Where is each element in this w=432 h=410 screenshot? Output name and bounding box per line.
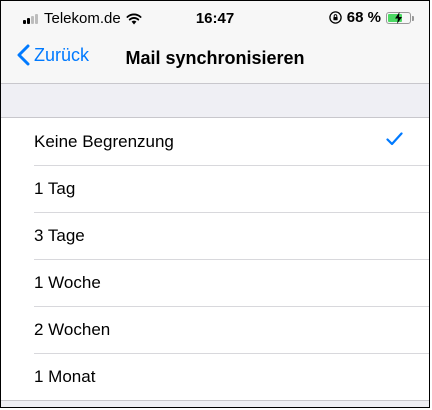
option-2-wochen[interactable]: 2 Wochen (1, 306, 429, 353)
battery-percent: 68 % (346, 9, 381, 26)
status-right: 68 % (329, 9, 414, 26)
option-1-woche[interactable]: 1 Woche (1, 259, 429, 306)
option-keine-begrenzung[interactable]: Keine Begrenzung (1, 118, 429, 165)
navigation-bar: Zurück Mail synchronisieren (1, 37, 429, 83)
option-label: 2 Wochen (34, 319, 111, 339)
rotation-lock-icon (329, 11, 342, 24)
header: Telekom.de 16:47 68 % Zurück Mail synchr… (1, 1, 429, 84)
option-label: 1 Tag (34, 178, 76, 198)
settings-screen: Telekom.de 16:47 68 % Zurück Mail synchr… (0, 0, 430, 408)
option-label: 1 Monat (34, 366, 96, 386)
option-1-tag[interactable]: 1 Tag (1, 165, 429, 212)
checkmark-icon (386, 132, 403, 146)
option-3-tage[interactable]: 3 Tage (1, 212, 429, 259)
sync-period-list: Keine Begrenzung 1 Tag 3 Tage 1 Woche 2 … (1, 117, 429, 401)
status-bar: Telekom.de 16:47 68 % (1, 1, 429, 37)
battery-icon (386, 11, 414, 24)
option-label: Keine Begrenzung (34, 131, 174, 151)
option-label: 1 Woche (34, 272, 101, 292)
option-1-monat[interactable]: 1 Monat (1, 353, 429, 400)
page-title: Mail synchronisieren (125, 48, 305, 68)
option-label: 3 Tage (34, 225, 85, 245)
